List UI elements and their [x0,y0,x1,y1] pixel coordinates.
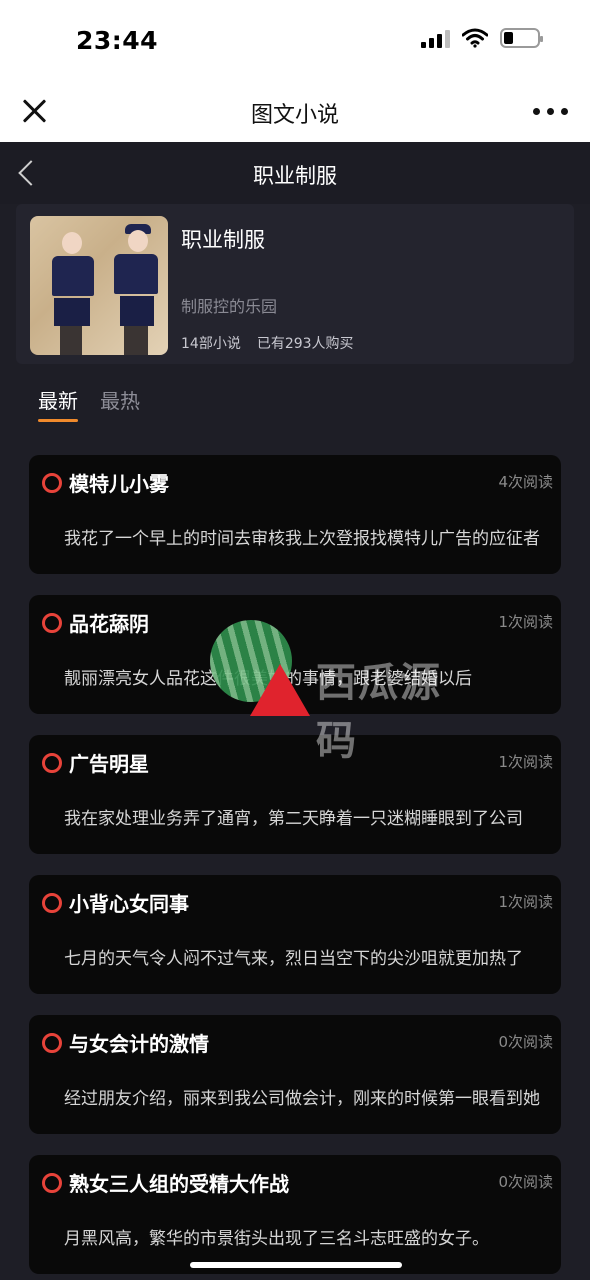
status-bar: 23:44 [0,0,590,80]
status-icons [421,28,543,48]
list-item[interactable]: 品花舔阴 1次阅读 靓丽漂亮女人品花这件很美妙的事情，跟老婆结婚以后 [29,595,561,714]
story-excerpt: 我花了一个早上的时间去审核我上次登报找模特儿广告的应征者 [64,529,540,549]
read-count: 1次阅读 [498,613,553,631]
novel-count: 14部小说 [181,336,241,352]
story-excerpt: 我在家处理业务弄了通宵，第二天睁着一只迷糊睡眼到了公司 [64,809,523,829]
circle-icon [42,753,62,773]
story-title: 广告明星 [69,752,149,776]
story-excerpt: 靓丽漂亮女人品花这件很美妙的事情，跟老婆结婚以后 [64,669,472,689]
collection-name: 职业制服 [181,228,265,252]
circle-icon [42,893,62,913]
read-count: 1次阅读 [498,893,553,911]
tab-latest[interactable]: 最新 [38,385,78,422]
purchase-count: 已有293人购买 [256,336,354,352]
page-header: 职业制服 [0,142,590,204]
battery-icon [500,28,543,48]
tab-bar: 最新 最热 [38,385,140,422]
circle-icon [42,1033,62,1053]
nav-title: 图文小说 [250,103,339,128]
list-item[interactable]: 熟女三人组的受精大作战 0次阅读 月黑风高，繁华的市景街头出现了三名斗志旺盛的女… [29,1155,561,1274]
story-title: 与女会计的激情 [69,1032,209,1056]
nav-bar: 图文小说 [0,80,590,142]
read-count: 0次阅读 [498,1173,553,1191]
list-item[interactable]: 与女会计的激情 0次阅读 经过朋友介绍，丽来到我公司做会计，刚来的时候第一眼看到… [29,1015,561,1134]
read-count: 0次阅读 [498,1033,553,1051]
story-title: 品花舔阴 [69,612,149,636]
signal-icon [421,28,450,48]
story-excerpt: 经过朋友介绍，丽来到我公司做会计，刚来的时候第一眼看到她 [64,1089,540,1109]
list-item[interactable]: 小背心女同事 1次阅读 七月的天气令人闷不过气来，烈日当空下的尖沙咀就更加热了 [29,875,561,994]
home-indicator[interactable] [190,1262,402,1268]
list-item[interactable]: 广告明星 1次阅读 我在家处理业务弄了通宵，第二天睁着一只迷糊睡眼到了公司 [29,735,561,854]
read-count: 1次阅读 [498,753,553,771]
story-title: 小背心女同事 [69,892,189,916]
circle-icon [42,473,62,493]
circle-icon [42,1173,62,1193]
story-excerpt: 月黑风高，繁华的市景街头出现了三名斗志旺盛的女子。 [64,1229,489,1249]
more-options-icon[interactable] [533,108,568,115]
story-excerpt: 七月的天气令人闷不过气来，烈日当空下的尖沙咀就更加热了 [64,949,523,969]
collection-stats: 14部小说 已有293人购买 [181,333,354,353]
read-count: 4次阅读 [498,473,553,491]
status-time: 23:44 [76,26,159,55]
collection-description: 制服控的乐园 [181,297,278,316]
circle-icon [42,613,62,633]
collection-info-card: 职业制服 制服控的乐园 14部小说 已有293人购买 [16,204,574,364]
story-title: 熟女三人组的受精大作战 [69,1172,289,1196]
story-title: 模特儿小雾 [69,472,169,496]
list-item[interactable]: 模特儿小雾 4次阅读 我花了一个早上的时间去审核我上次登报找模特儿广告的应征者 [29,455,561,574]
page-title: 职业制服 [253,164,337,188]
collection-cover-image [30,216,168,355]
wifi-icon [462,28,488,48]
tab-hottest[interactable]: 最热 [100,385,140,422]
story-list: 模特儿小雾 4次阅读 我花了一个早上的时间去审核我上次登报找模特儿广告的应征者 … [29,455,561,1280]
